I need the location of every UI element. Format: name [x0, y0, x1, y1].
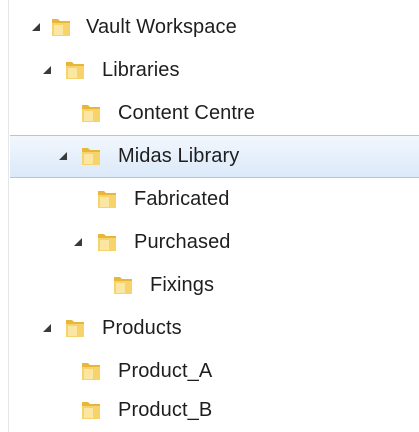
- tree-node-label: Fixings: [150, 274, 215, 296]
- tree-node-products[interactable]: Products: [0, 307, 419, 350]
- expanded-arrow-icon[interactable]: [32, 23, 40, 31]
- expanded-arrow-icon[interactable]: [43, 66, 51, 74]
- expanded-arrow-icon[interactable]: [43, 324, 51, 332]
- folder-icon: [98, 234, 116, 251]
- tree-node-product-b[interactable]: Product_B: [0, 389, 419, 432]
- expanded-arrow-icon[interactable]: [59, 152, 67, 160]
- folder-icon: [82, 105, 100, 122]
- tree-node-fixings[interactable]: Fixings: [0, 264, 419, 307]
- folder-icon: [82, 148, 100, 165]
- folder-icon: [114, 277, 132, 294]
- tree-node-content-centre[interactable]: Content Centre: [0, 92, 419, 135]
- folder-icon: [66, 62, 84, 79]
- tree-node-label: Midas Library: [118, 145, 240, 167]
- folder-icon: [98, 191, 116, 208]
- tree-node-label: Content Centre: [118, 102, 256, 124]
- folder-icon: [52, 19, 70, 36]
- folder-tree: Vault Workspace Libraries Content Centre…: [0, 0, 419, 432]
- tree-node-label: Libraries: [102, 59, 180, 81]
- tree-node-label: Products: [102, 317, 182, 339]
- tree-node-label: Product_A: [118, 360, 213, 382]
- tree-node-label: Purchased: [134, 231, 231, 253]
- tree-node-fabricated[interactable]: Fabricated: [0, 178, 419, 221]
- tree-node-label: Fabricated: [134, 188, 230, 210]
- folder-icon: [66, 320, 84, 337]
- expanded-arrow-icon[interactable]: [74, 238, 82, 246]
- tree-node-vault-workspace[interactable]: Vault Workspace: [0, 6, 419, 49]
- folder-icon: [82, 363, 100, 380]
- tree-node-label: Product_B: [118, 399, 213, 421]
- folder-icon: [82, 402, 100, 419]
- tree-node-purchased[interactable]: Purchased: [0, 221, 419, 264]
- tree-node-label: Vault Workspace: [86, 16, 237, 38]
- tree-node-midas-library[interactable]: Midas Library: [10, 135, 419, 178]
- tree-node-product-a[interactable]: Product_A: [0, 350, 419, 393]
- tree-node-libraries[interactable]: Libraries: [0, 49, 419, 92]
